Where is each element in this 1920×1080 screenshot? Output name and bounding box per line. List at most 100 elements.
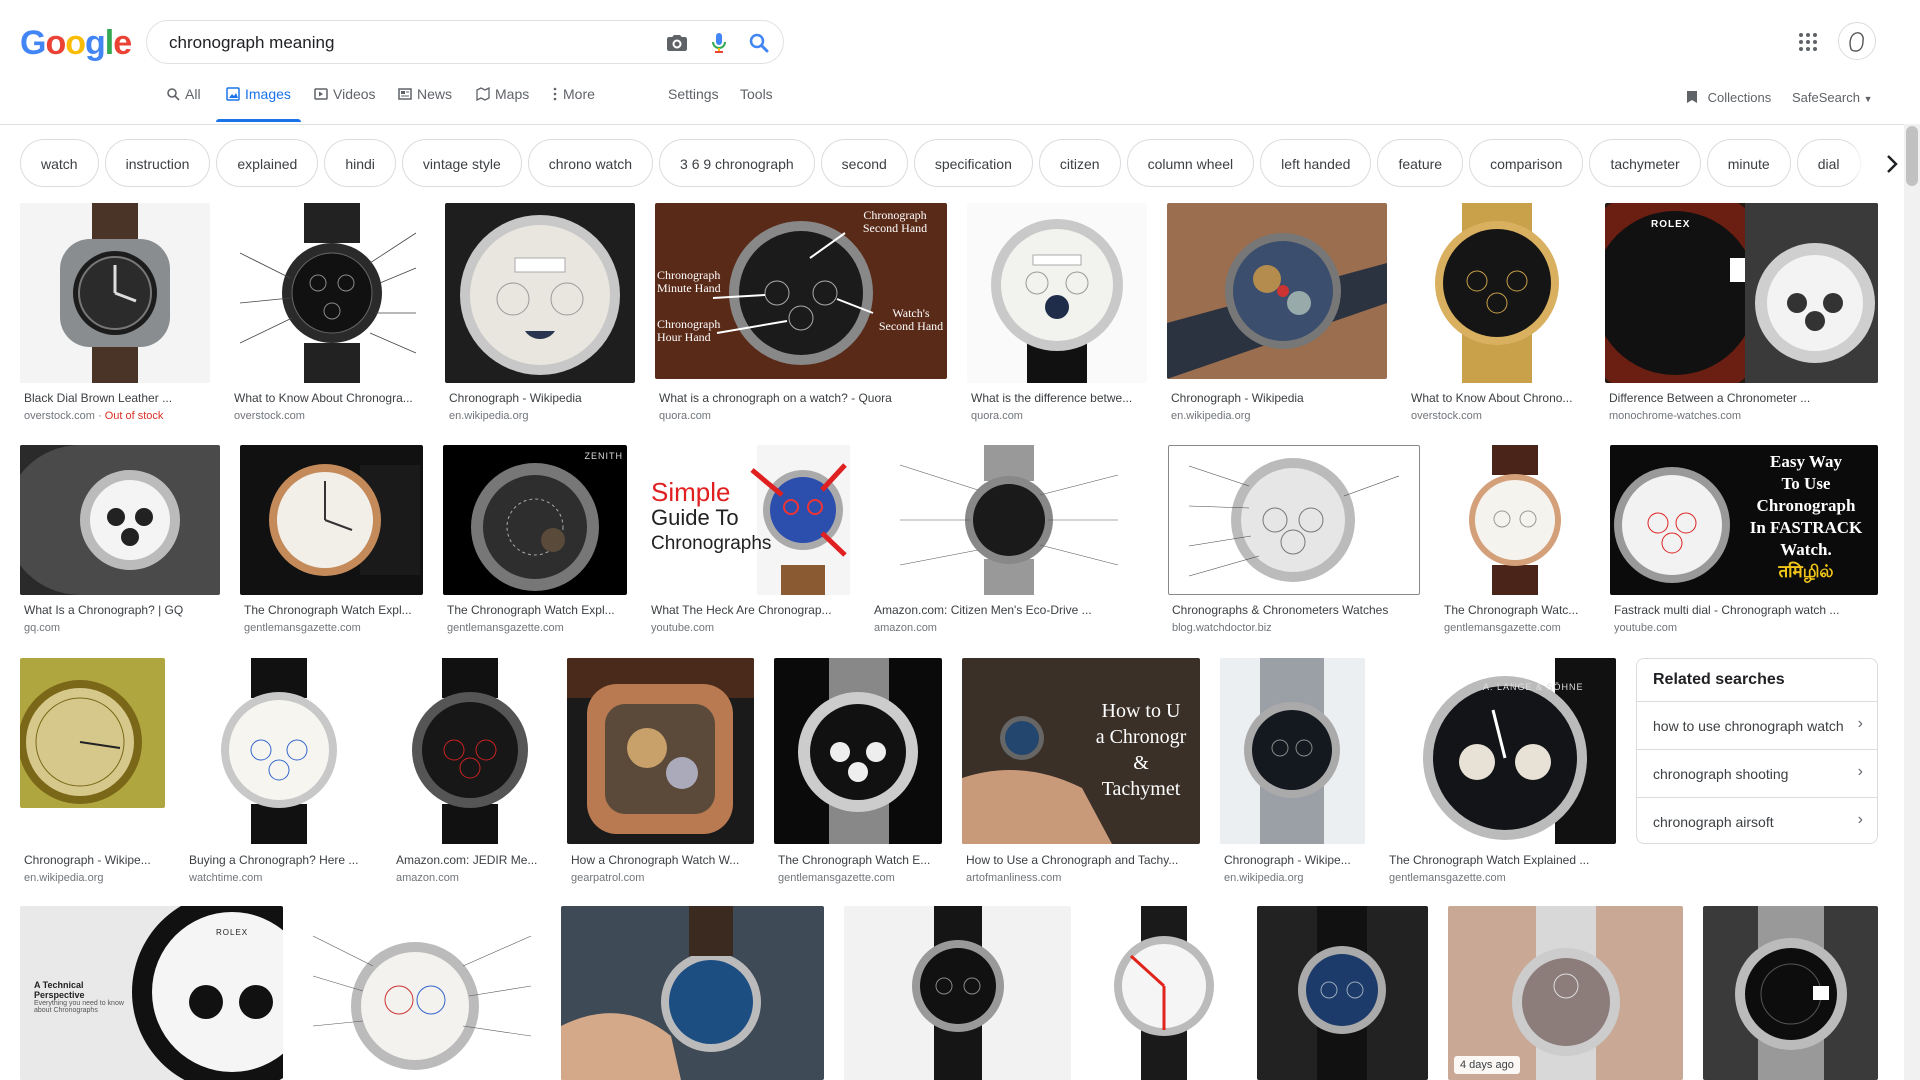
result-caption[interactable]: Fastrack multi dial - Chronograph watch … <box>1614 603 1878 617</box>
camera-icon[interactable] <box>665 31 689 55</box>
chip[interactable]: comparison <box>1469 139 1584 187</box>
result-caption[interactable]: Black Dial Brown Leather ... <box>24 391 210 405</box>
result-caption[interactable]: Chronographs & Chronometers Watches <box>1172 603 1420 617</box>
result-thumbnail[interactable] <box>20 203 210 383</box>
result-thumbnail[interactable] <box>870 445 1148 595</box>
chip[interactable]: explained <box>216 139 319 187</box>
result-thumbnail[interactable] <box>240 445 423 595</box>
chip[interactable]: specification <box>913 139 1033 187</box>
chip[interactable]: second <box>820 139 908 187</box>
image-headline: Easy Way To Use Chronograph In FASTRACK … <box>1738 451 1874 583</box>
result-thumbnail[interactable] <box>1168 445 1420 595</box>
image-text-line: Easy Way <box>1770 452 1842 471</box>
result-thumbnail[interactable] <box>1167 203 1387 379</box>
result-caption[interactable]: The Chronograph Watc... <box>1444 603 1590 617</box>
result-thumbnail[interactable]: ROLEX <box>1605 203 1878 383</box>
result-thumbnail[interactable] <box>1407 203 1587 383</box>
result-caption[interactable]: Chronograph - Wikipedia <box>1171 391 1387 405</box>
result-thumbnail[interactable]: A Technical Perspective Everything you n… <box>20 906 283 1080</box>
result-thumbnail[interactable]: Chronograph Second Hand Chronograph Minu… <box>655 203 947 379</box>
result-thumbnail[interactable]: Simple Guide To Chronographs <box>647 445 850 595</box>
result-thumbnail[interactable] <box>20 658 165 808</box>
result-thumbnail[interactable] <box>1220 658 1365 844</box>
tab-videos[interactable]: Videos <box>314 86 376 122</box>
result-thumbnail[interactable] <box>230 203 426 383</box>
result-caption[interactable]: What to Know About Chrono... <box>1411 391 1587 405</box>
result-caption[interactable]: Difference Between a Chronometer ... <box>1609 391 1878 405</box>
search-box[interactable] <box>146 20 784 64</box>
image-text-line: Guide To <box>651 505 739 530</box>
search-icon[interactable] <box>747 31 771 55</box>
related-search-item[interactable]: chronograph airsoft › <box>1637 797 1877 846</box>
result-thumbnail[interactable] <box>392 658 547 844</box>
result-thumbnail[interactable] <box>1091 906 1237 1080</box>
related-search-item[interactable]: how to use chronograph watch › <box>1637 701 1877 750</box>
result-caption[interactable]: The Chronograph Watch E... <box>778 853 942 867</box>
result-thumbnail[interactable] <box>1440 445 1590 595</box>
scrollbar-thumb[interactable] <box>1906 126 1918 186</box>
result-thumbnail[interactable] <box>20 445 220 595</box>
chip[interactable]: instruction <box>104 139 211 187</box>
search-input[interactable] <box>167 31 611 55</box>
chip[interactable]: minute <box>1706 139 1791 187</box>
chip[interactable]: column wheel <box>1126 139 1255 187</box>
result-caption[interactable]: What is the difference betwe... <box>971 391 1147 405</box>
result-thumbnail[interactable] <box>185 658 372 844</box>
settings-link[interactable]: Settings <box>668 86 719 122</box>
chip[interactable]: chrono watch <box>527 139 654 187</box>
result-caption[interactable]: What to Know About Chronogra... <box>234 391 426 405</box>
result-thumbnail[interactable] <box>1257 906 1428 1080</box>
chip[interactable]: watch <box>20 139 99 187</box>
chip[interactable]: hindi <box>324 139 396 187</box>
tab-all[interactable]: All <box>166 86 201 122</box>
result-caption[interactable]: Amazon.com: JEDIR Me... <box>396 853 547 867</box>
result-thumbnail[interactable]: ZENITH <box>443 445 627 595</box>
result-thumbnail[interactable] <box>567 658 754 844</box>
google-logo[interactable]: Google <box>20 24 132 63</box>
result-thumbnail[interactable] <box>445 203 635 383</box>
result-caption[interactable]: The Chronograph Watch Expl... <box>244 603 423 617</box>
chip[interactable]: left handed <box>1260 139 1372 187</box>
tools-link[interactable]: Tools <box>740 86 773 122</box>
chip[interactable]: dial <box>1796 139 1861 187</box>
tab-more[interactable]: More <box>552 86 595 122</box>
result-thumbnail[interactable]: A. LANGE & SÖHNE <box>1385 658 1616 844</box>
tab-images[interactable]: Images <box>216 86 301 122</box>
tab-maps[interactable]: Maps <box>476 86 529 122</box>
result-thumbnail[interactable] <box>303 906 541 1080</box>
result-thumbnail[interactable] <box>561 906 824 1080</box>
result-caption[interactable]: What Is a Chronograph? | GQ <box>24 603 220 617</box>
result-thumbnail[interactable] <box>967 203 1147 383</box>
apps-grid-icon[interactable] <box>1796 30 1820 54</box>
result-caption[interactable]: Buying a Chronograph? Here ... <box>189 853 372 867</box>
chip[interactable]: tachymeter <box>1589 139 1701 187</box>
result-thumbnail[interactable]: 4 days ago <box>1448 906 1683 1080</box>
chip[interactable]: citizen <box>1038 139 1121 187</box>
result-caption[interactable]: The Chronograph Watch Explained ... <box>1389 853 1616 867</box>
result-caption[interactable]: Chronograph - Wikipe... <box>24 853 165 867</box>
watch-image <box>1735 906 1847 1080</box>
result-caption[interactable]: How a Chronograph Watch W... <box>571 853 754 867</box>
result-caption[interactable]: Amazon.com: Citizen Men's Eco-Drive ... <box>874 603 1148 617</box>
collections-link[interactable]: Collections <box>1686 90 1771 105</box>
result-thumbnail[interactable]: How to U a Chronogr & Tachymet <box>962 658 1200 844</box>
chip[interactable]: vintage style <box>401 139 522 187</box>
result-thumbnail[interactable] <box>1703 906 1878 1080</box>
result-caption[interactable]: What is a chronograph on a watch? - Quor… <box>659 391 947 405</box>
microphone-icon[interactable] <box>707 31 731 55</box>
result-caption[interactable]: What The Heck Are Chronograp... <box>651 603 850 617</box>
result-caption[interactable]: How to Use a Chronograph and Tachy... <box>966 853 1200 867</box>
avatar[interactable] <box>1838 22 1876 60</box>
result-thumbnail[interactable] <box>844 906 1071 1080</box>
result-caption[interactable]: The Chronograph Watch Expl... <box>447 603 627 617</box>
safesearch-toggle[interactable]: SafeSearch ▼ <box>1792 90 1872 105</box>
result-caption[interactable]: Chronograph - Wikipe... <box>1224 853 1365 867</box>
result-caption[interactable]: Chronograph - Wikipedia <box>449 391 635 405</box>
result-thumbnail[interactable]: Easy Way To Use Chronograph In FASTRACK … <box>1610 445 1878 595</box>
chip[interactable]: feature <box>1377 139 1464 187</box>
related-search-item[interactable]: chronograph shooting › <box>1637 749 1877 798</box>
chip[interactable]: 3 6 9 chronograph <box>659 139 815 187</box>
result-thumbnail[interactable] <box>774 658 942 844</box>
page-scrollbar[interactable] <box>1904 124 1920 1080</box>
tab-news[interactable]: News <box>398 86 452 122</box>
